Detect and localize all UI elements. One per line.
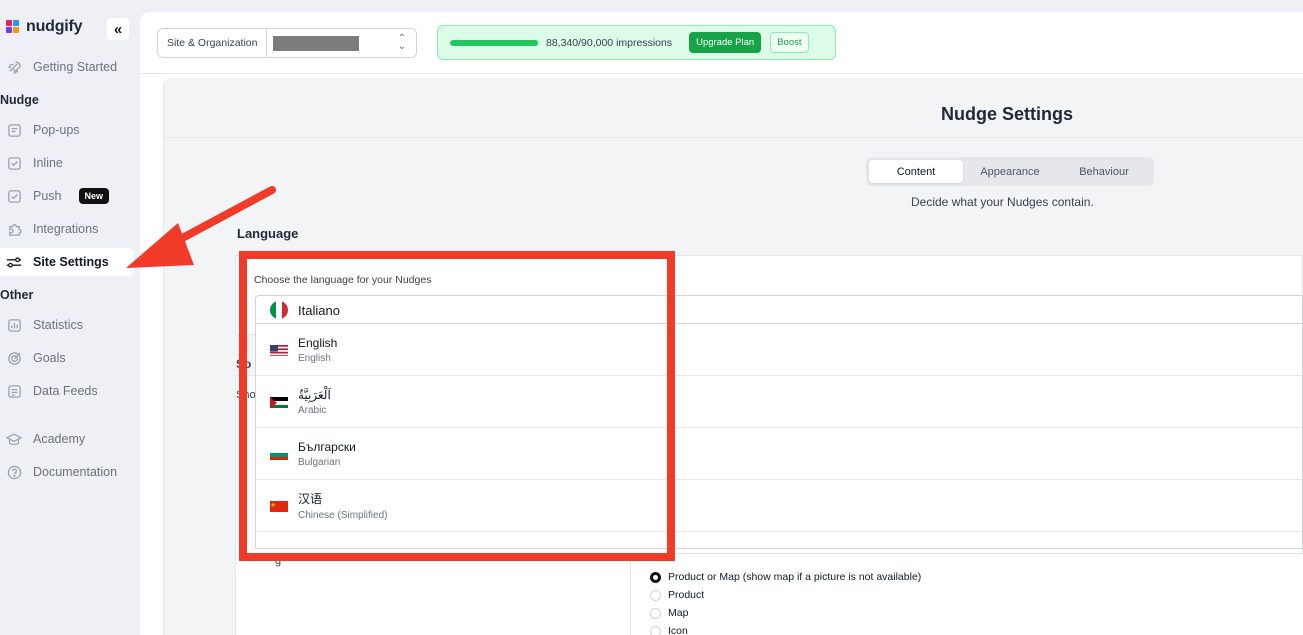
boost-button[interactable]: Boost xyxy=(770,32,809,53)
selected-language: Italiano xyxy=(298,302,340,318)
tab-appearance[interactable]: Appearance xyxy=(963,160,1057,183)
impressions-progress-fill xyxy=(450,39,539,46)
radio-button[interactable] xyxy=(650,589,661,601)
redacted-site-name xyxy=(273,35,360,51)
tab-behaviour[interactable]: Behaviour xyxy=(1057,160,1151,183)
radio-option-map[interactable]: Map xyxy=(650,607,688,619)
rocket-icon xyxy=(6,59,22,75)
app-name: nudgify xyxy=(26,18,83,35)
impressions-banner: 88,340/90,000 impressions Upgrade Plan B… xyxy=(437,25,836,60)
logo[interactable]: nudgify xyxy=(6,18,83,36)
language-native-name: English xyxy=(298,335,338,350)
chevrons-left-icon: « xyxy=(113,20,123,38)
language-dropdown-list[interactable]: English English اَلْعَرَبِيَّةُ Arabic Б… xyxy=(255,323,1303,549)
us-flag-icon xyxy=(270,344,288,356)
sidebar-item-inline[interactable]: Inline xyxy=(0,149,134,177)
italy-flag-icon xyxy=(270,301,288,319)
impressions-text: 88,340/90,000 impressions xyxy=(546,36,673,49)
nudgify-logo-icon xyxy=(6,20,22,34)
language-english-name: Chinese (Simplified) xyxy=(298,510,388,521)
language-english-name: English xyxy=(298,352,331,364)
language-option-chinese-simplified[interactable]: 汉语 Chinese (Simplified) xyxy=(256,480,1302,532)
sidebar-item-site-settings[interactable]: Site Settings xyxy=(0,248,134,276)
language-option-english[interactable]: English English xyxy=(256,324,1302,376)
sidebar-item-data-feeds[interactable]: Data Feeds xyxy=(0,377,134,405)
language-english-name: Bulgarian xyxy=(298,456,341,468)
panel-header xyxy=(164,78,1303,138)
radio-button[interactable] xyxy=(650,571,661,583)
data-feed-icon xyxy=(6,383,22,399)
new-badge: New xyxy=(78,188,110,204)
radio-option-icon[interactable]: Icon xyxy=(650,625,688,635)
help-circle-icon xyxy=(6,464,22,480)
language-native-name: Български xyxy=(298,439,356,454)
site-organization-label: Site & Organization xyxy=(158,29,268,57)
sidebar-item-statistics[interactable]: Statistics xyxy=(0,311,134,339)
image-type-radio-group: Product or Map (show map if a picture is… xyxy=(630,553,1303,635)
inline-icon xyxy=(6,155,22,171)
tab-description: Decide what your Nudges contain. xyxy=(911,195,1094,209)
language-option-arabic[interactable]: اَلْعَرَبِيَّةُ Arabic xyxy=(256,376,1302,428)
tab-content[interactable]: Content xyxy=(869,160,963,183)
collapse-sidebar-button[interactable]: « xyxy=(107,18,129,40)
arabic-flag-icon xyxy=(270,396,288,408)
radio-option-product[interactable]: Product xyxy=(650,589,704,601)
sidebar-item-popups[interactable]: Pop-ups xyxy=(0,116,134,144)
field-label-partial: Sho xyxy=(236,389,256,401)
sidebar-heading-nudge: Nudge xyxy=(0,93,39,107)
bar-chart-icon xyxy=(6,317,22,333)
radio-option-product-or-map[interactable]: Product or Map (show map if a picture is… xyxy=(650,571,921,583)
select-chevrons-icon: ⌃ ⌄ xyxy=(397,33,406,52)
field-label-partial-2: g xyxy=(275,555,282,567)
section-title-language: Language xyxy=(237,226,299,241)
impressions-progress-bar xyxy=(450,39,540,46)
china-flag-icon xyxy=(270,500,288,512)
sidebar: nudgify « Getting Started Nudge Pop-ups … xyxy=(0,0,140,635)
sidebar-item-push[interactable]: Push New xyxy=(0,182,134,210)
radio-button[interactable] xyxy=(650,607,661,619)
radio-button[interactable] xyxy=(650,625,661,635)
graduation-cap-icon xyxy=(6,431,22,447)
puzzle-icon xyxy=(6,221,22,237)
top-bar: Site & Organization ⌃ ⌄ 88,340/90,000 imp… xyxy=(140,12,1303,74)
sidebar-item-goals[interactable]: Goals xyxy=(0,344,134,372)
language-native-name: 漢語 xyxy=(298,548,322,549)
language-native-name: اَلْعَرَبِيَّةُ xyxy=(298,387,331,402)
sidebar-heading-other: Other xyxy=(0,288,34,302)
target-icon xyxy=(6,350,22,366)
sliders-icon xyxy=(6,254,22,270)
sidebar-item-documentation[interactable]: Documentation xyxy=(0,458,134,486)
sidebar-item-getting-started[interactable]: Getting Started xyxy=(0,53,134,81)
language-select[interactable]: Italiano xyxy=(255,295,1303,324)
language-native-name: 汉语 xyxy=(298,492,323,506)
language-field-label: Choose the language for your Nudges xyxy=(254,274,432,286)
settings-tabs: Content Appearance Behaviour xyxy=(866,157,1154,186)
site-organization-select[interactable]: Site & Organization ⌃ ⌄ xyxy=(157,28,417,58)
push-icon xyxy=(6,188,22,204)
upgrade-plan-button[interactable]: Upgrade Plan xyxy=(689,32,762,53)
popup-icon xyxy=(6,122,22,138)
sidebar-item-academy[interactable]: Academy xyxy=(0,425,134,453)
bulgaria-flag-icon xyxy=(270,448,288,460)
language-option-chinese-traditional[interactable]: 漢語 xyxy=(256,532,1302,549)
sidebar-item-integrations[interactable]: Integrations xyxy=(0,215,134,243)
section-title-partial: So xyxy=(236,357,252,371)
page-title: Nudge Settings xyxy=(941,104,1074,124)
language-english-name: Arabic xyxy=(298,404,327,416)
language-option-bulgarian[interactable]: Български Bulgarian xyxy=(256,428,1302,480)
